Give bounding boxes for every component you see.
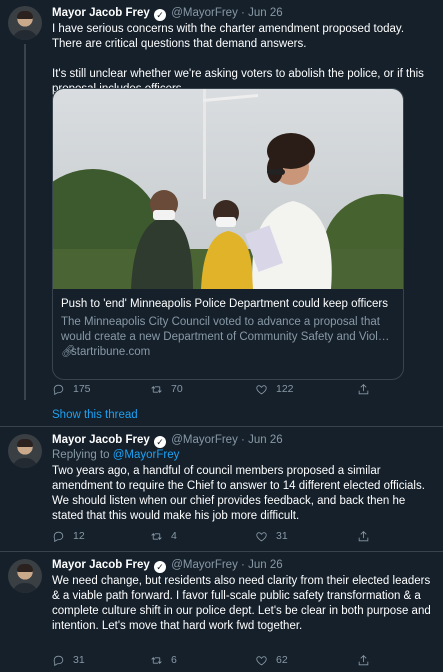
like-count: 62 — [276, 653, 288, 666]
card-domain: startribune.com — [71, 346, 151, 358]
retweet-button[interactable]: 4 — [150, 529, 177, 543]
thread-line — [24, 44, 26, 400]
share-button[interactable] — [357, 653, 370, 667]
card-description-line-1: The Minneapolis City Council voted to ad… — [61, 316, 380, 328]
replying-to: Replying to @MayorFrey — [52, 448, 433, 463]
share-icon — [357, 530, 370, 543]
separator: · — [241, 559, 245, 571]
share-button[interactable] — [357, 382, 370, 396]
show-thread-link[interactable]: Show this thread — [52, 408, 138, 423]
replying-to-label: Replying to — [52, 449, 110, 461]
retweet-count: 6 — [171, 653, 177, 666]
tweet-2[interactable]: Mayor Jacob Frey ✓ @MayorFrey · Jun 26 R… — [0, 427, 443, 551]
reply-count: 175 — [73, 382, 91, 395]
reply-icon — [52, 383, 65, 396]
verified-badge-icon: ✓ — [154, 436, 166, 448]
reply-button[interactable]: 31 — [52, 653, 85, 667]
link-icon: 🔗︎ — [61, 346, 76, 358]
author-handle[interactable]: @MayorFrey — [171, 559, 238, 571]
tweet-actions: 31 6 62 — [52, 653, 382, 667]
tweet-1[interactable]: Mayor Jacob Frey ✓ @MayorFrey · Jun 26 I… — [0, 0, 443, 400]
share-icon — [357, 383, 370, 396]
tweet-3[interactable]: Mayor Jacob Frey ✓ @MayorFrey · Jun 26 W… — [0, 552, 443, 672]
article-image — [53, 89, 403, 289]
tweet-date[interactable]: Jun 26 — [248, 7, 283, 19]
reply-count: 31 — [73, 653, 85, 666]
author-name[interactable]: Mayor Jacob Frey — [52, 559, 150, 571]
card-description-line-2: would create a new Department of Communi… — [61, 331, 395, 343]
reply-count: 12 — [73, 529, 85, 542]
card-link: 🔗︎startribune.com — [61, 345, 395, 360]
like-count: 122 — [276, 382, 294, 395]
share-icon — [357, 654, 370, 667]
link-card[interactable]: Push to 'end' Minneapolis Police Departm… — [52, 88, 404, 380]
like-button[interactable]: 62 — [255, 653, 288, 667]
like-icon — [255, 530, 268, 543]
like-button[interactable]: 122 — [255, 382, 294, 396]
like-icon — [255, 654, 268, 667]
tweet-header: Mayor Jacob Frey ✓ @MayorFrey · Jun 26 — [52, 433, 433, 448]
separator: · — [241, 7, 245, 19]
share-button[interactable] — [357, 529, 370, 543]
tweet-text: I have serious concerns with the charter… — [52, 23, 405, 50]
tweet-text: We need change, but residents also need … — [52, 575, 431, 632]
retweet-count: 70 — [171, 382, 183, 395]
avatar[interactable] — [8, 559, 42, 593]
like-button[interactable]: 31 — [255, 529, 288, 543]
card-description: The Minneapolis City Council voted to ad… — [61, 315, 395, 345]
separator: · — [241, 434, 245, 446]
retweet-count: 4 — [171, 529, 177, 542]
like-count: 31 — [276, 529, 288, 542]
avatar[interactable] — [8, 6, 42, 40]
reply-button[interactable]: 175 — [52, 382, 91, 396]
tweet-actions: 12 4 31 — [52, 529, 382, 543]
author-name[interactable]: Mayor Jacob Frey — [52, 434, 150, 446]
tweet-date[interactable]: Jun 26 — [248, 434, 283, 446]
replying-to-handle[interactable]: @MayorFrey — [113, 449, 180, 461]
retweet-icon — [150, 654, 163, 667]
author-handle[interactable]: @MayorFrey — [171, 7, 238, 19]
tweet-header: Mayor Jacob Frey ✓ @MayorFrey · Jun 26 — [52, 558, 433, 573]
tweet-header: Mayor Jacob Frey ✓ @MayorFrey · Jun 26 — [52, 6, 433, 21]
retweet-icon — [150, 383, 163, 396]
tweet-actions: 175 70 122 — [52, 382, 382, 396]
tweet-text: Two years ago, a handful of council memb… — [52, 465, 425, 522]
verified-badge-icon: ✓ — [154, 561, 166, 573]
reply-button[interactable]: 12 — [52, 529, 85, 543]
verified-badge-icon: ✓ — [154, 9, 166, 21]
author-name[interactable]: Mayor Jacob Frey — [52, 7, 150, 19]
author-handle[interactable]: @MayorFrey — [171, 434, 238, 446]
like-icon — [255, 383, 268, 396]
retweet-icon — [150, 530, 163, 543]
retweet-button[interactable]: 6 — [150, 653, 177, 667]
avatar[interactable] — [8, 434, 42, 468]
reply-icon — [52, 654, 65, 667]
card-title: Push to 'end' Minneapolis Police Departm… — [61, 298, 389, 310]
reply-icon — [52, 530, 65, 543]
tweet-date[interactable]: Jun 26 — [248, 559, 283, 571]
retweet-button[interactable]: 70 — [150, 382, 183, 396]
